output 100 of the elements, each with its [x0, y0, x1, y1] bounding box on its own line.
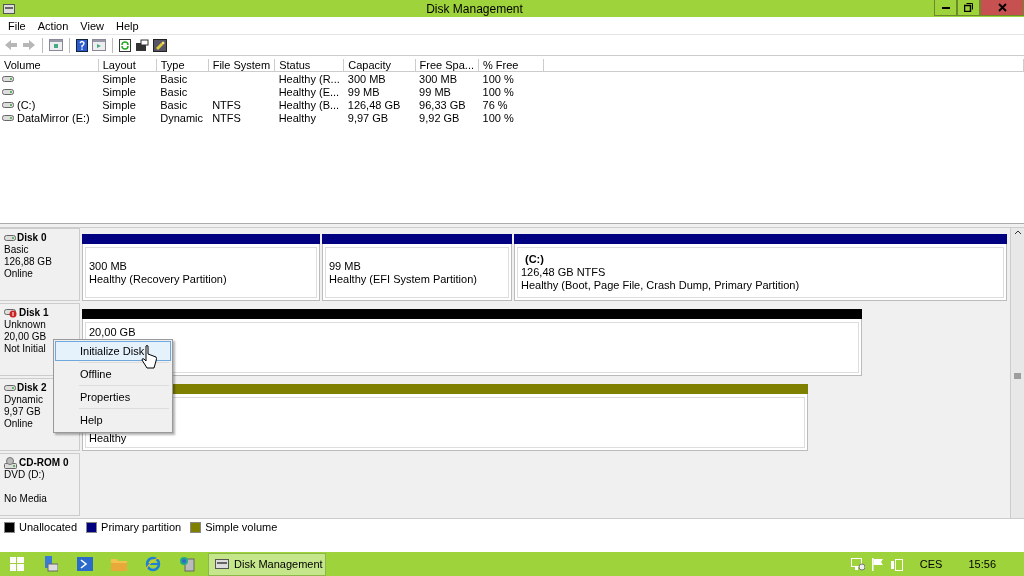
disk-info: DVD (D:): [4, 468, 46, 481]
disk-name: CD-ROM 0: [19, 456, 69, 469]
table-cell: 9,92 GB: [419, 111, 460, 124]
table-cell: 100 %: [482, 111, 514, 124]
disk-name: Disk 2: [17, 381, 47, 394]
table-cell: 100 %: [482, 85, 514, 98]
disk-label-panel[interactable]: CD-ROM 0 DVD (D:) No Media: [0, 452, 80, 516]
table-cell: 99 MB: [347, 85, 380, 98]
table-cell: 99 MB: [419, 85, 451, 98]
disk-error-icon: [4, 307, 18, 318]
partition-block[interactable]: (C:) 126,48 GB NTFS Healthy (Boot, Page File, Crash Dump, Primary Partition): [514, 234, 1007, 301]
close-icon: [997, 3, 1007, 12]
grip-icon[interactable]: [1014, 372, 1021, 379]
drive-icon: [2, 74, 14, 83]
disk-info: No Media: [4, 492, 48, 505]
taskbar-app-button[interactable]: Disk Management: [208, 552, 326, 576]
column-header[interactable]: File System: [208, 59, 275, 72]
column-header[interactable]: Type: [156, 59, 209, 72]
legend-label: Primary partition: [101, 521, 182, 533]
close-button[interactable]: [980, 0, 1024, 16]
partition-info: 99 MB: [329, 260, 362, 272]
partition-info: 300 MB: [89, 260, 128, 272]
table-cell: NTFS: [212, 98, 241, 111]
column-header[interactable]: Status: [274, 59, 344, 72]
legend-label: Unallocated: [19, 521, 78, 533]
column-header[interactable]: Free Spa...: [415, 59, 479, 72]
menu-item[interactable]: Help: [109, 19, 145, 32]
partition-info: Healthy (Recovery Partition): [89, 273, 228, 285]
table-cell: NTFS: [212, 111, 241, 124]
table-cell: 9,97 GB: [347, 111, 389, 124]
table-cell: 96,33 GB: [419, 98, 466, 111]
table-cell: Simple: [102, 111, 136, 124]
disk-name: Disk 1: [19, 306, 49, 319]
table-cell: Basic: [160, 72, 188, 85]
disk-label-panel[interactable]: Disk 0 Basic 126,88 GB Online: [0, 228, 80, 301]
menu-item[interactable]: Action: [31, 19, 75, 32]
table-cell: Healthy (E...: [278, 85, 340, 98]
column-header[interactable]: Capacity: [343, 59, 416, 72]
disk-info: 126,88 GB: [4, 256, 53, 268]
partition-title: (C:): [524, 253, 545, 266]
table-cell: Basic: [160, 98, 188, 111]
partition-info: Healthy (Boot, Page File, Crash Dump, Primary Partition): [521, 279, 801, 292]
menu-item[interactable]: Initialize Disk: [55, 341, 171, 361]
partition-info: 126,48 GB NTFS: [521, 266, 607, 279]
optical-drive-icon: [4, 456, 18, 469]
properties-icon[interactable]: [135, 38, 149, 52]
wand-icon[interactable]: [153, 38, 167, 52]
menu-item[interactable]: View: [74, 19, 110, 32]
flag-icon[interactable]: [870, 557, 884, 571]
restore-icon: [964, 3, 973, 12]
table-cell: 100 %: [482, 72, 514, 85]
table-cell: Simple: [102, 72, 136, 85]
app-icon: [215, 558, 229, 570]
disk-name: Disk 0: [17, 232, 47, 244]
table-cell: Simple: [102, 85, 136, 98]
table-cell: 76 %: [482, 98, 508, 111]
refresh-icon[interactable]: [119, 38, 131, 52]
minimize-icon: [941, 6, 950, 9]
battery-plug-icon[interactable]: [889, 557, 904, 571]
scroll-up-icon[interactable]: [1013, 230, 1022, 235]
table-cell: Dynamic: [160, 111, 204, 124]
drive-icon: [2, 87, 14, 96]
network-icon[interactable]: [850, 557, 865, 571]
table-cell: 300 MB: [419, 72, 457, 85]
table-cell: Healthy: [278, 111, 316, 124]
drive-icon: [2, 100, 14, 109]
column-header[interactable]: Layout: [98, 59, 157, 72]
table-cell: 300 MB: [347, 72, 386, 85]
column-header[interactable]: % Free: [478, 59, 544, 72]
table-cell: 126,48 GB: [347, 98, 401, 111]
disk-info: Online: [4, 417, 34, 430]
disk-info: 9,97 GB: [4, 405, 42, 418]
disk-info: Not Initial: [4, 342, 47, 355]
partition-info: 20,00 GB: [89, 325, 137, 338]
partition-block[interactable]: 99 MB Healthy (EFI System Partition): [322, 234, 512, 301]
partition-info: Healthy (EFI System Partition): [329, 273, 478, 285]
disk-info: Unknown: [4, 318, 47, 331]
menu-item[interactable]: File: [2, 19, 32, 32]
pane-icon[interactable]: [49, 39, 63, 51]
drive-icon: [2, 113, 14, 122]
disk-info: Online: [4, 268, 34, 280]
table-cell: Healthy (R...: [278, 72, 340, 85]
partition-info: Healthy: [89, 431, 128, 444]
partition-block[interactable]: 300 MB Healthy (Recovery Partition): [82, 234, 320, 301]
disk-info: Basic: [4, 244, 30, 256]
table-cell: (C:): [17, 98, 36, 111]
help-icon[interactable]: [76, 38, 88, 52]
table-cell: DataMirror (E:): [17, 111, 90, 124]
table-cell: Simple: [102, 98, 136, 111]
minimize-button[interactable]: [934, 0, 957, 16]
disk-info: 20,00 GB: [4, 330, 48, 343]
scrollbar[interactable]: [1010, 228, 1024, 518]
table-cell: Healthy (B...: [278, 98, 340, 111]
table-cell: Basic: [160, 85, 188, 98]
disk-info: Dynamic: [4, 393, 44, 406]
app-icon: [3, 2, 15, 15]
window-title: Disk Management: [425, 1, 524, 16]
column-header[interactable]: Volume: [0, 59, 99, 72]
input-language[interactable]: CES: [919, 558, 943, 570]
clock[interactable]: 15:56: [968, 558, 996, 570]
